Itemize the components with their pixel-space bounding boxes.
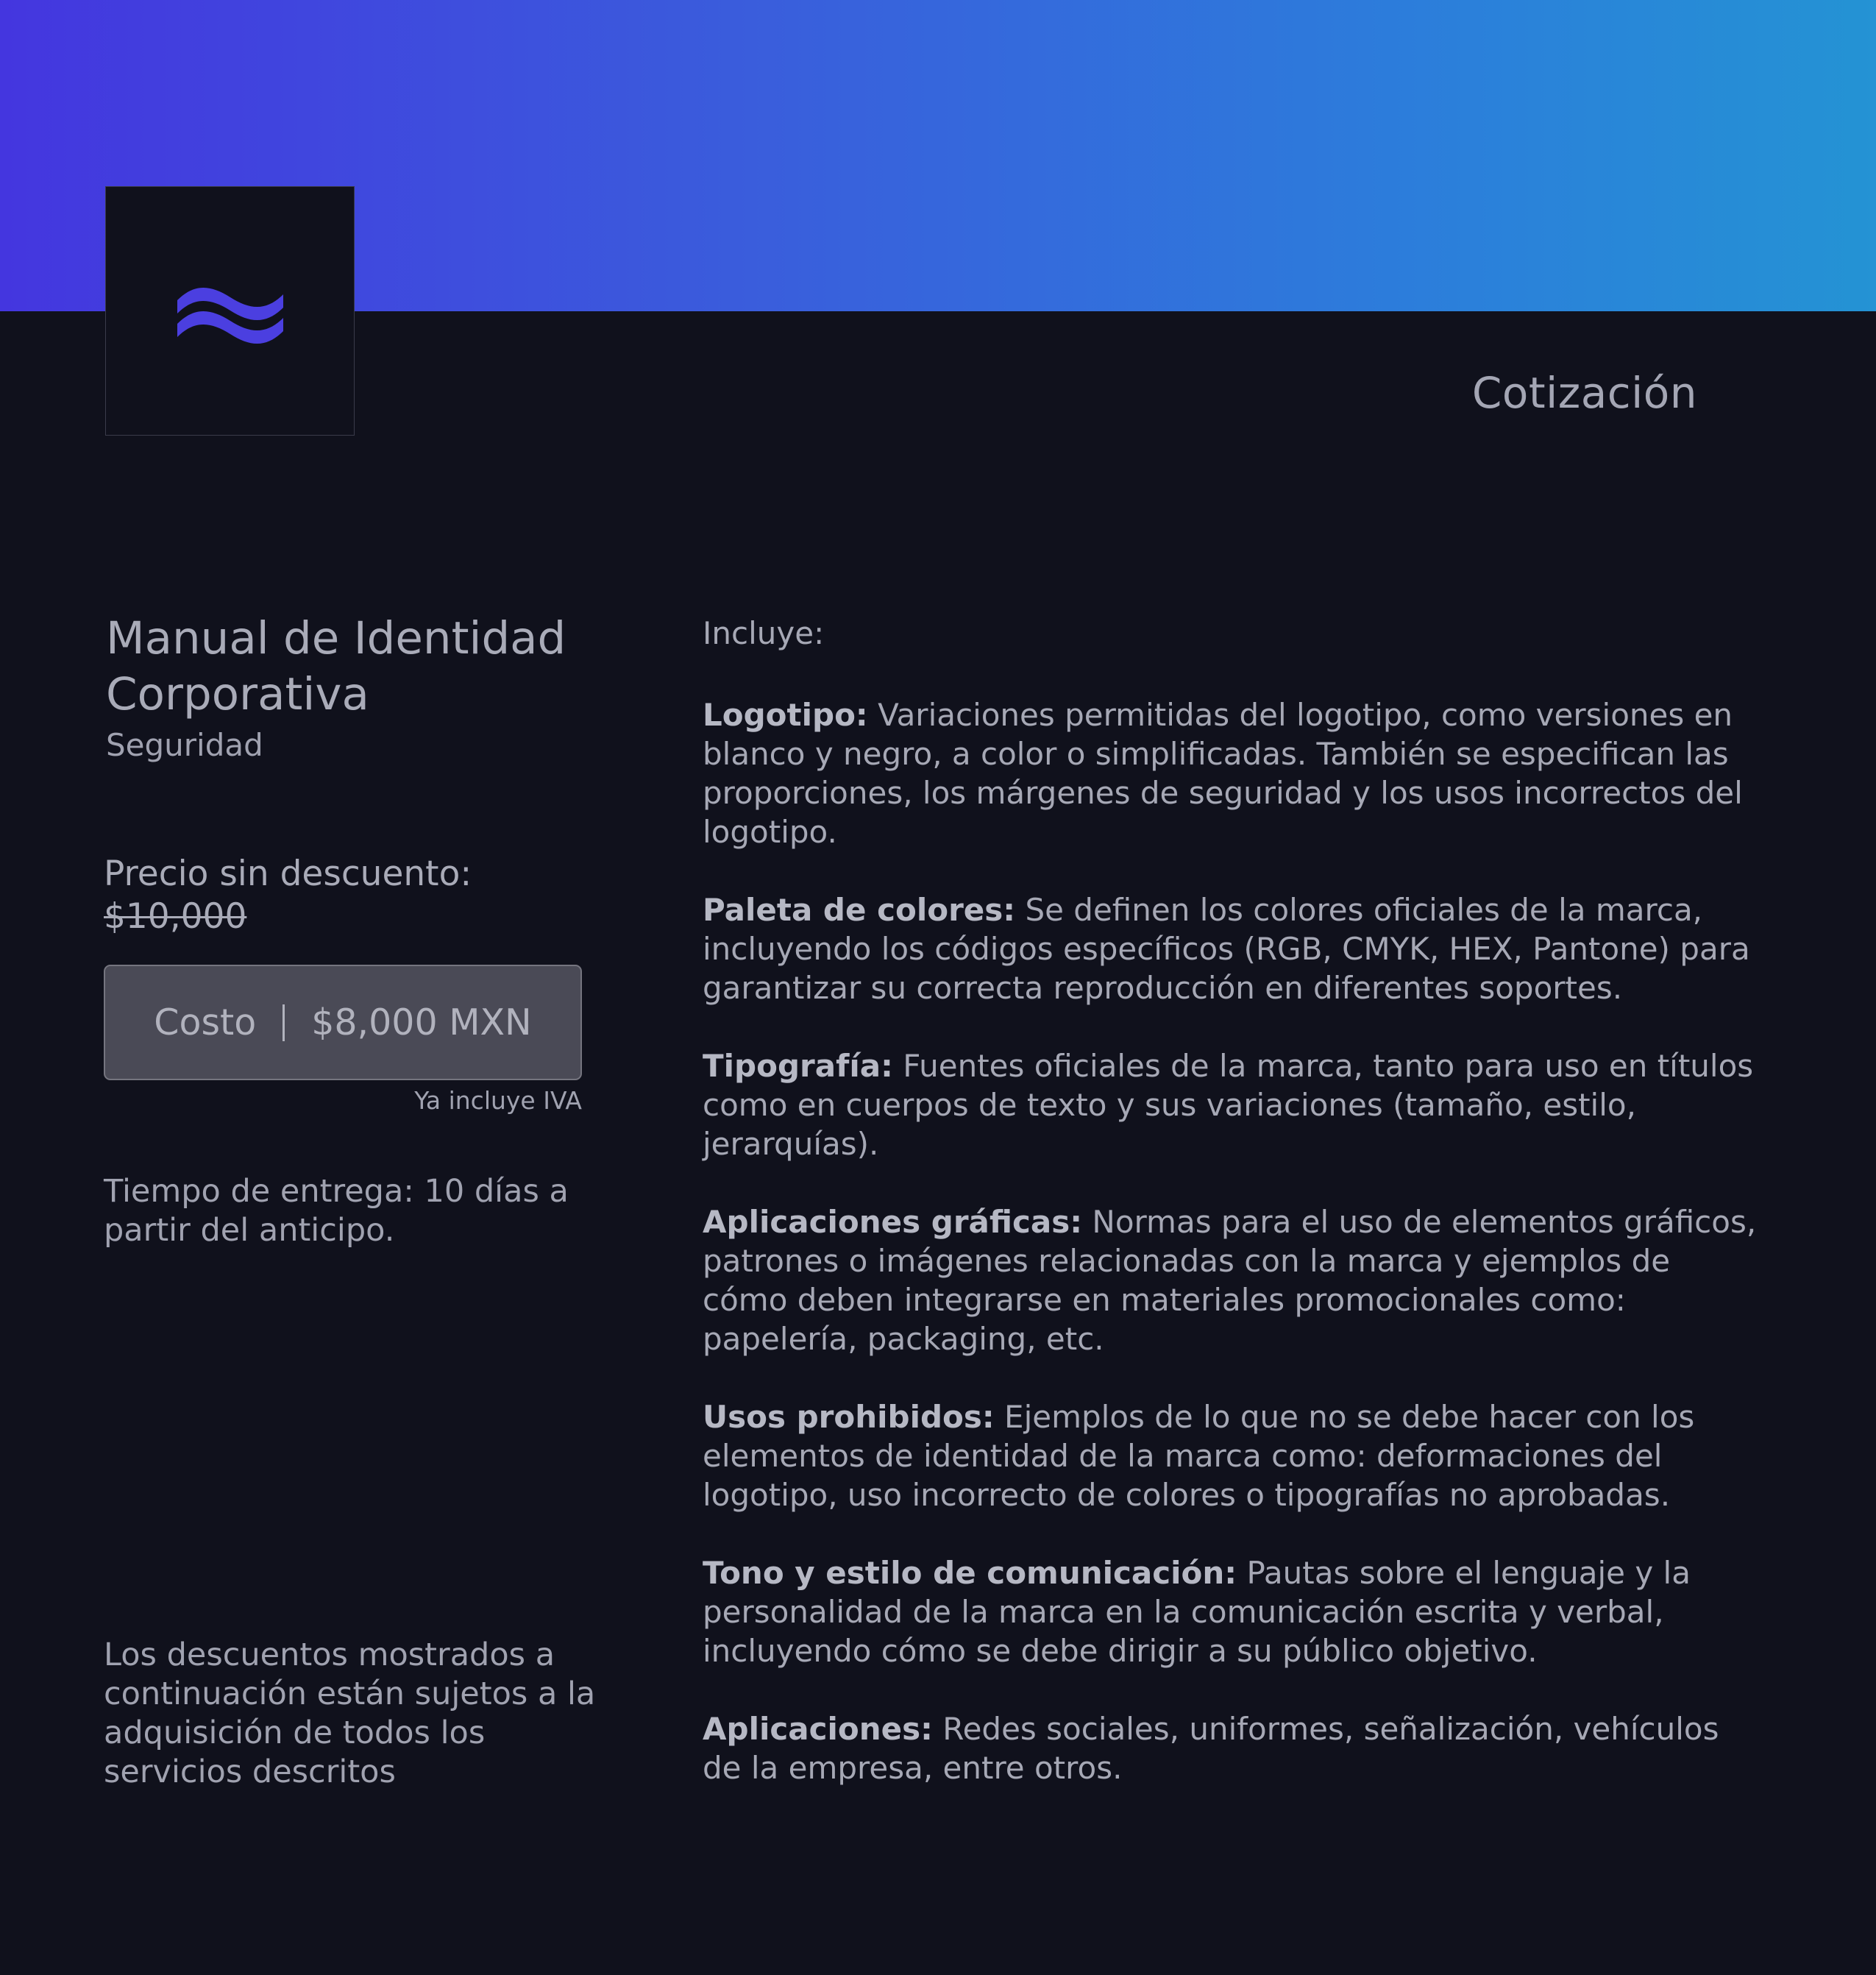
cost-divider xyxy=(283,1004,285,1041)
tax-note: Ya incluye IVA xyxy=(414,1086,582,1115)
feature-item: Tipografía: Fuentes oficiales de la marc… xyxy=(703,1046,1762,1163)
feature-title: Usos prohibidos: xyxy=(703,1399,995,1435)
delivery-time: Tiempo de entrega: 10 días a partir del … xyxy=(104,1173,569,1249)
feature-item: Logotipo: Variaciones permitidas del log… xyxy=(703,695,1762,851)
service-name: Manual de Identidad Corporativa xyxy=(106,612,566,720)
company-logo xyxy=(105,186,355,436)
service-summary: Manual de Identidad Corporativa Segurida… xyxy=(104,611,582,1250)
cost-label: Costo xyxy=(154,1001,257,1043)
page-title: Cotización xyxy=(1471,368,1697,418)
includes-section: Incluye: Logotipo: Variaciones permitida… xyxy=(703,614,1762,1826)
service-category: Seguridad xyxy=(106,727,263,763)
cost-value: $8,000 MXN xyxy=(311,1001,532,1043)
cost-badge: Costo $8,000 MXN xyxy=(104,965,582,1080)
wave-logo-icon xyxy=(177,287,283,344)
feature-title: Paleta de colores: xyxy=(703,892,1016,928)
price-without-discount: Precio sin descuento: $10,000 xyxy=(104,853,582,938)
feature-item: Usos prohibidos: Ejemplos de lo que no s… xyxy=(703,1397,1762,1514)
discount-disclaimer: Los descuentos mostrados a continuación … xyxy=(104,1637,596,1790)
feature-item: Tono y estilo de comunicación: Pautas so… xyxy=(703,1553,1762,1670)
feature-title: Aplicaciones: xyxy=(703,1711,933,1747)
includes-heading: Incluye: xyxy=(703,615,825,651)
price-label: Precio sin descuento: xyxy=(104,854,472,894)
feature-title: Tono y estilo de comunicación: xyxy=(703,1555,1237,1591)
feature-item: Aplicaciones gráficas: Normas para el us… xyxy=(703,1202,1762,1358)
original-price: $10,000 xyxy=(104,896,247,937)
feature-item: Paleta de colores: Se definen los colore… xyxy=(703,890,1762,1007)
feature-title: Aplicaciones gráficas: xyxy=(703,1204,1083,1240)
feature-title: Logotipo: xyxy=(703,697,868,733)
feature-title: Tipografía: xyxy=(703,1048,893,1084)
feature-item: Aplicaciones: Redes sociales, uniformes,… xyxy=(703,1709,1762,1787)
